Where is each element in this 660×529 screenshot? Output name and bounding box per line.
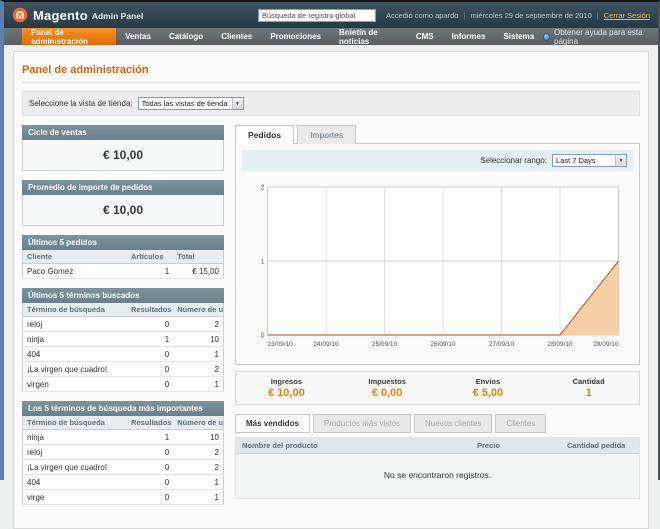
table-row: ninja 1 10 bbox=[22, 331, 224, 347]
tab-productos-mas-vistos[interactable]: Productos más vistos bbox=[312, 414, 411, 433]
nav-item-informes[interactable]: Informes bbox=[443, 28, 495, 45]
last-orders-table: Cliente Artículos Total Paco Gomez 1 € 15,… bbox=[22, 250, 224, 279]
svg-text:26/09/10: 26/09/10 bbox=[430, 341, 456, 348]
table-row: 404 0 1 bbox=[22, 346, 224, 362]
magento-logo-icon[interactable] bbox=[12, 7, 28, 23]
dashboard-left-column: Ciclo de ventas € 10,00 Promedio de impo… bbox=[22, 125, 224, 514]
main-nav: Panel de administración Ventas Catálogo … bbox=[4, 28, 658, 46]
header: Magento Admin Panel Accedió como apardo … bbox=[4, 2, 658, 28]
chevron-down-icon: ▼ bbox=[231, 98, 243, 109]
chevron-down-icon: ▼ bbox=[615, 155, 626, 166]
total-impuestos: Impuestos € 0,00 bbox=[368, 377, 406, 399]
top-search-terms-panel: Los 5 términos de búsqueda más important… bbox=[22, 401, 224, 505]
svg-text:1: 1 bbox=[261, 259, 265, 266]
store-view-bar: Seleccione la vista de tienda: Todas las… bbox=[22, 91, 640, 116]
panel-title: Los 5 términos de búsqueda más important… bbox=[22, 401, 224, 416]
dashboard-content: Panel de administración Seleccione la vi… bbox=[13, 51, 649, 529]
header-date: miércoles 29 de septiembre de 2010 bbox=[470, 10, 592, 20]
svg-text:25/09/10: 25/09/10 bbox=[372, 341, 398, 348]
panel-title: Últimos 5 términos buscados bbox=[22, 288, 224, 303]
last-orders-panel: Últimos 5 pedidos Cliente Artículos Tota… bbox=[22, 235, 224, 279]
table-row: virge 0 1 bbox=[22, 489, 224, 505]
header-user-area: Accedió como apardo | miércoles 29 de se… bbox=[385, 10, 650, 20]
svg-text:2: 2 bbox=[261, 185, 265, 192]
last-search-terms-panel: Últimos 5 términos buscados Término de b… bbox=[22, 288, 224, 392]
average-orders-value: € 10,00 bbox=[22, 195, 224, 226]
orders-chart-svg: 0 1 2 23/09/10 24/09/10 25/09/10 26/09/10 27/09… bbox=[261, 185, 620, 348]
tab-pedidos[interactable]: Pedidos bbox=[235, 125, 295, 144]
range-label: Seleccionar rango: bbox=[480, 156, 547, 165]
table-row: 404 0 1 bbox=[22, 474, 224, 490]
tab-importes[interactable]: Importes bbox=[297, 125, 357, 144]
svg-text:29/09/10: 29/09/10 bbox=[593, 341, 619, 348]
nav-item-ventas[interactable]: Ventas bbox=[116, 28, 160, 45]
lifetime-sales-panel: Ciclo de ventas € 10,00 bbox=[22, 125, 224, 171]
empty-records-message: No se encontraron registros. bbox=[383, 470, 492, 480]
total-ingresos: Ingresos € 10,00 bbox=[268, 377, 305, 399]
page-title: Panel de administración bbox=[22, 60, 640, 83]
table-row: ¡La virgen que cuadro! 0 2 bbox=[22, 361, 224, 377]
tab-mas-vendidos[interactable]: Más vendidos bbox=[235, 414, 310, 433]
table-row: reloj 0 2 bbox=[22, 444, 224, 460]
total-cantidad: Cantidad 1 bbox=[572, 377, 605, 399]
total-envios: Envíos € 5,00 bbox=[472, 377, 504, 399]
svg-text:27/09/10: 27/09/10 bbox=[489, 341, 515, 348]
table-row: ninja 1 10 bbox=[22, 429, 224, 445]
chart-tabs: Pedidos Importes bbox=[235, 125, 640, 144]
range-bar: Seleccionar rango: Last 7 Days ▼ bbox=[242, 150, 633, 171]
global-search-input[interactable] bbox=[257, 8, 376, 22]
panel-title: Promedio de importe de pedidos bbox=[22, 180, 224, 195]
nav-item-sistema[interactable]: Sistema bbox=[494, 28, 543, 45]
nav-item-boletin[interactable]: Boletín de noticias bbox=[330, 28, 407, 46]
table-row: Paco Gomez 1 € 15,00 bbox=[22, 263, 224, 279]
svg-text:28/09/10: 28/09/10 bbox=[547, 341, 573, 348]
panel-title: Últimos 5 pedidos bbox=[22, 235, 224, 250]
products-table-header: Nombre del producto Precio Cantidad pedi… bbox=[236, 438, 639, 454]
table-row: virgen 0 1 bbox=[22, 376, 224, 392]
range-select[interactable]: Last 7 Days ▼ bbox=[552, 154, 627, 167]
products-tabs: Más vendidos Productos más vistos Nuevos… bbox=[235, 414, 640, 433]
svg-text:24/09/10: 24/09/10 bbox=[313, 341, 339, 348]
average-orders-panel: Promedio de importe de pedidos € 10,00 bbox=[22, 180, 224, 226]
totals-bar: Ingresos € 10,00 Impuestos € 0,00 Envíos… bbox=[235, 371, 640, 405]
last-search-terms-table: Término de búsqueda Resultados Número de… bbox=[22, 303, 224, 392]
lifetime-sales-value: € 10,00 bbox=[22, 140, 224, 171]
store-view-select[interactable]: Todas las vistas de tienda ▼ bbox=[137, 97, 244, 110]
panel-title: Ciclo de ventas bbox=[22, 125, 224, 140]
help-link[interactable]: Obtener ayuda para esta página bbox=[543, 28, 658, 46]
top-search-terms-table: Término de búsqueda Resultados Número de… bbox=[22, 416, 224, 505]
logged-in-as: Accedió como apardo bbox=[385, 10, 459, 20]
nav-item-catalogo[interactable]: Catálogo bbox=[160, 28, 212, 45]
orders-chart: 0 1 2 23/09/10 24/09/10 25/09/10 26/09/10 27/09… bbox=[242, 171, 633, 358]
table-row: ¡La virgen que cuadro! 0 2 bbox=[22, 459, 224, 475]
nav-item-promociones[interactable]: Promociones bbox=[261, 28, 330, 45]
logo-text: Magento bbox=[33, 7, 88, 23]
nav-item-dashboard[interactable]: Panel de administración bbox=[22, 28, 117, 46]
table-row: reloj 0 2 bbox=[22, 316, 224, 332]
nav-item-clientes[interactable]: Clientes bbox=[212, 28, 261, 45]
tab-nuevos-clientes[interactable]: Nuevos clientes bbox=[413, 414, 493, 433]
store-view-label: Seleccione la vista de tienda: bbox=[29, 99, 133, 108]
nav-item-cms[interactable]: CMS bbox=[407, 28, 443, 45]
svg-text:0: 0 bbox=[261, 333, 265, 340]
dashboard-right-column: Pedidos Importes Seleccionar rango: Last… bbox=[235, 125, 640, 514]
help-globe-icon bbox=[543, 32, 551, 41]
orders-chart-panel: Seleccionar rango: Last 7 Days ▼ 0 1 2 23/0… bbox=[235, 143, 640, 365]
logout-link[interactable]: Cerrar Sesión bbox=[604, 11, 650, 20]
tab-clientes[interactable]: Clientes bbox=[495, 414, 547, 433]
svg-text:23/09/10: 23/09/10 bbox=[268, 341, 294, 348]
products-table: Nombre del producto Precio Cantidad pedi… bbox=[235, 437, 640, 499]
logo-subtext: Admin Panel bbox=[91, 11, 144, 21]
